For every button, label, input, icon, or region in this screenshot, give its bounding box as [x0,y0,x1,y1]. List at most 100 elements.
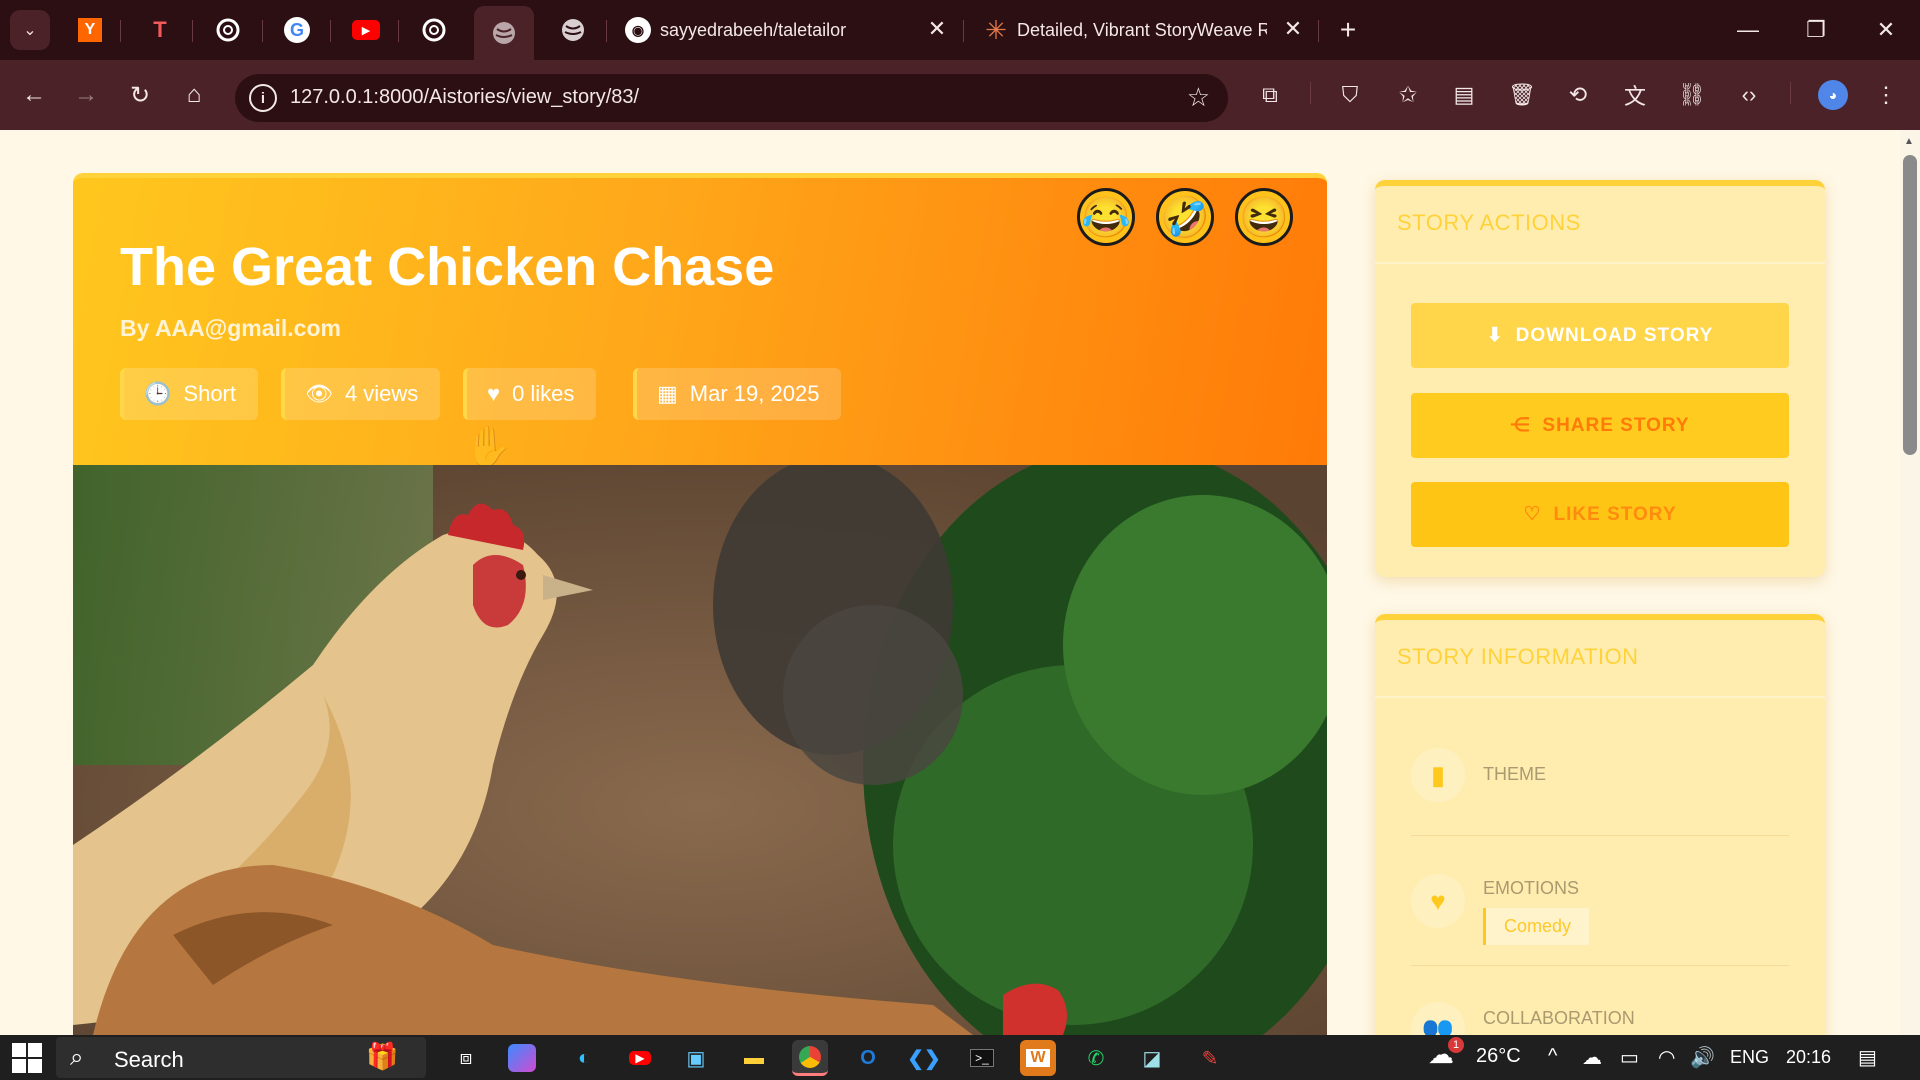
meta-date: Mar 19, 2025 [689,381,820,406]
ycombinator-icon: Y [78,18,102,42]
notes-app-icon[interactable]: ◪ [1134,1040,1170,1076]
taskbar-search-label: Search [114,1047,184,1072]
windows-taskbar: ⌕ Search 🎁 ⧈ ◐ ▶ ▣ ▬ O ❮❯ >_ W ✆ ◪ ✎ ☁ 1… [0,1035,1920,1080]
download-story-label: DOWNLOAD STORY [1515,324,1714,346]
tab-pinned-2[interactable]: T [142,12,178,48]
emotion-tag-comedy: Comedy [1483,908,1590,945]
story-author: By AAA@gmail.com [120,315,341,341]
copilot-icon[interactable] [508,1044,536,1072]
laughing-emoji-icon: 😂 [1077,188,1135,246]
task-view-icon[interactable]: ⧈ [448,1040,484,1076]
story-header: 😂 🤣 😆 The Great Chicken Chase By AAA@gma… [73,173,1327,465]
tab-chatgpt-1[interactable] [210,12,246,48]
openai-icon [422,18,446,42]
heart-outline-icon: ♡ [1523,504,1542,525]
emotions-label: EMOTIONS [1483,878,1580,898]
tab-google[interactable]: G [279,12,315,48]
taskbar-search[interactable]: ⌕ Search 🎁 [56,1037,426,1078]
tab-title-storyweave[interactable]: Detailed, Vibrant StoryWeave R [1017,12,1267,48]
tab-globe[interactable] [555,12,591,48]
notifications-icon[interactable]: ▤ [1858,1045,1877,1070]
reading-list-icon[interactable]: ▤ [1446,77,1482,113]
theme-label: THEME [1483,764,1546,784]
incognito-icon[interactable]: ⛉ [1332,77,1368,113]
whatsapp-icon[interactable]: ✆ [1078,1040,1114,1076]
menu-kebab-icon[interactable]: ⋮ [1868,77,1904,113]
forward-icon[interactable]: → [68,77,104,113]
favorites-icon[interactable]: ✩ [1390,77,1426,113]
chrome-icon[interactable] [792,1040,828,1076]
translate-icon[interactable]: 文 [1617,77,1653,113]
globe-icon [562,19,584,41]
edge-icon[interactable]: ◐ [566,1040,602,1076]
back-icon[interactable]: ← [16,77,52,113]
globe-icon [493,22,515,44]
like-story-label: LIKE STORY [1553,503,1677,525]
tab-chatgpt-2[interactable] [416,12,452,48]
battery-icon[interactable]: ▭ [1620,1045,1639,1070]
story-actions-card: STORY ACTIONS ⬇ DOWNLOAD STORY ⋲ SHARE S… [1375,180,1825,577]
vscode-icon[interactable]: ❮❯ [906,1040,942,1076]
new-tab-button[interactable]: + [1330,12,1366,48]
youtube-app-icon[interactable]: ▶ [622,1040,658,1076]
site-info-icon[interactable]: i [249,84,277,112]
info-row-emotions: ♥ EMOTIONS Comedy [1411,836,1789,966]
weather-temp[interactable]: 26°C [1476,1045,1521,1068]
address-url[interactable]: 127.0.0.1:8000/Aistories/view_story/83/ [290,86,639,109]
tab-close-button[interactable]: ✕ [922,14,952,44]
tab-search-button[interactable]: ⌄ [10,10,50,50]
word-app-icon[interactable]: W [1020,1040,1056,1076]
download-icon: ⬇ [1486,325,1504,346]
info-row-theme: ▮ THEME [1411,738,1789,836]
address-bar[interactable]: i 127.0.0.1:8000/Aistories/view_story/83… [235,74,1228,122]
scroll-up-icon[interactable]: ▲ [1904,136,1914,147]
windows-start-icon[interactable] [12,1043,42,1073]
bookmark-star-icon[interactable]: ☆ [1187,82,1210,113]
weather-badge: 1 [1448,1037,1464,1053]
trash-icon[interactable]: 🗑 [1504,77,1540,113]
tab-close-button[interactable]: ✕ [1278,14,1308,44]
book-icon: ▮ [1411,748,1465,802]
close-window-icon[interactable]: ✕ [1858,8,1914,52]
scrollbar-thumb[interactable] [1903,155,1917,455]
google-icon: G [284,17,310,43]
pin-app-icon[interactable]: ✎ [1192,1040,1228,1076]
tab-active-localhost[interactable] [474,6,534,60]
home-icon[interactable]: ⌂ [176,77,212,113]
tab-title-github[interactable]: sayyedrabeeh/taletailor [660,12,846,48]
reload-icon[interactable]: ↻ [122,77,158,113]
t-logo-icon: T [153,17,167,42]
decorative-hand-icon: ✋ [463,425,513,465]
meta-views-badge: 👁 4 views [281,368,441,420]
chicken-photo [73,465,1327,1035]
file-explorer-icon[interactable]: ▬ [736,1040,772,1076]
link-icon[interactable]: ⛓ [1674,77,1710,113]
share-icon: ⋲ [1510,415,1531,436]
story-actions-heading: STORY ACTIONS [1375,186,1825,264]
store-icon[interactable]: ▣ [678,1040,714,1076]
wifi-icon[interactable]: ◠ [1658,1045,1675,1070]
like-story-button[interactable]: ♡ LIKE STORY [1411,482,1789,547]
minimize-icon[interactable]: — [1720,8,1776,52]
restore-icon[interactable]: ❐ [1788,8,1844,52]
download-story-button[interactable]: ⬇ DOWNLOAD STORY [1411,303,1789,368]
meta-likes: 0 likes [512,381,575,406]
tab-youtube[interactable]: ▶ [348,12,384,48]
volume-icon[interactable]: 🔊 [1690,1045,1715,1070]
youtube-icon: ▶ [352,20,380,40]
clock[interactable]: 20:16 [1786,1047,1831,1068]
history-icon[interactable]: ⟲ [1560,77,1596,113]
onedrive-icon[interactable]: ☁ [1582,1045,1602,1070]
code-icon[interactable]: ‹› [1731,77,1767,113]
meta-length: Short [183,381,236,406]
tab-ycombinator[interactable]: Y [72,12,108,48]
share-story-label: SHARE STORY [1542,414,1690,436]
extensions-icon[interactable]: ⧉ [1252,77,1288,113]
language-indicator[interactable]: ENG [1730,1047,1769,1068]
share-story-button[interactable]: ⋲ SHARE STORY [1411,393,1789,458]
clock-icon: 🕒 [144,381,172,406]
profile-avatar[interactable]: ◕ [1818,80,1848,110]
outlook-icon[interactable]: O [850,1040,886,1076]
terminal-icon[interactable]: >_ [964,1040,1000,1076]
tray-chevron-up-icon[interactable]: ^ [1548,1045,1557,1068]
